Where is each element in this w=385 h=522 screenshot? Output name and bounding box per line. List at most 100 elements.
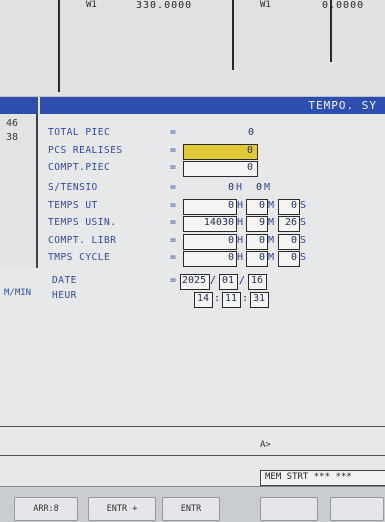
seconds-value: 0	[290, 252, 297, 263]
top-position-panel: W1 330.0000 W1 0.0000	[0, 0, 385, 97]
minutes-value: 0	[258, 235, 265, 246]
position-value: 0.0000	[322, 0, 365, 11]
axis-mark: W1	[86, 0, 97, 10]
softkey-4[interactable]	[260, 497, 318, 521]
axis-mark: W1	[260, 0, 271, 10]
time-separator: :	[242, 293, 249, 304]
minute-field[interactable]: 11	[222, 292, 241, 308]
minutes-value: 0	[258, 252, 265, 263]
row-label: S/TENSIO	[48, 182, 98, 193]
equals-sign: =	[170, 252, 177, 263]
left-value: 46	[6, 118, 19, 129]
year-field[interactable]: 2025	[180, 274, 210, 290]
date-separator: /	[239, 275, 246, 286]
seconds-unit: S	[300, 235, 307, 246]
softkey-1[interactable]: ARR:8	[14, 497, 78, 521]
seconds-unit: S	[300, 252, 307, 263]
hours-value: 0	[227, 252, 234, 263]
status-line: MEM STRT *** ***	[260, 470, 385, 486]
equals-sign: =	[170, 217, 177, 228]
power-on-hours: 0	[228, 182, 235, 193]
row-label: TMPS CYCLE	[48, 252, 111, 263]
day-value: 16	[251, 275, 264, 286]
time-label: HEUR	[52, 290, 77, 301]
minutes-value: 9	[258, 217, 265, 228]
row-label: PCS REALISES	[48, 145, 123, 156]
seconds-field[interactable]: 0	[278, 234, 300, 250]
equals-sign: =	[170, 200, 177, 211]
equals-sign: =	[170, 275, 177, 286]
hours-unit: H	[237, 252, 244, 263]
date-label: DATE	[52, 275, 77, 286]
divider	[0, 426, 385, 427]
seconds-value: 26	[284, 217, 297, 228]
month-field[interactable]: 01	[219, 274, 238, 290]
year-value: 2025	[182, 275, 207, 286]
left-panel: 46 38	[0, 114, 38, 268]
hours-field[interactable]: 14030	[183, 216, 237, 232]
row-label: TEMPS UT	[48, 200, 98, 211]
row-label: TEMPS USIN.	[48, 217, 117, 228]
input-prompt[interactable]: A>	[260, 440, 271, 450]
piece-counter-field[interactable]: 0	[183, 161, 258, 177]
second-value: 31	[253, 293, 266, 304]
row-label: COMPT. LIBR	[48, 235, 117, 246]
hours-value: 14030	[203, 217, 234, 228]
position-value: 330.0000	[136, 0, 193, 11]
hours-value: 0	[227, 235, 234, 246]
divider	[58, 0, 60, 92]
equals-sign: =	[170, 235, 177, 246]
month-value: 01	[222, 275, 235, 286]
seconds-field[interactable]: 26	[278, 216, 300, 232]
equals-sign: =	[170, 127, 177, 138]
hours-field[interactable]: 0	[183, 234, 237, 250]
seconds-field[interactable]: 0	[278, 251, 300, 267]
pieces-done-value: 0	[247, 145, 254, 156]
date-separator: /	[210, 275, 217, 286]
left-title-strip	[0, 97, 38, 114]
minutes-unit: M	[268, 217, 275, 228]
minutes-field[interactable]: 0	[246, 251, 268, 267]
status-text: MEM STRT *** ***	[265, 472, 352, 482]
row-label: TOTAL PIEC	[48, 127, 111, 138]
equals-sign: =	[170, 182, 177, 193]
hours-field[interactable]: 0	[183, 199, 237, 215]
minutes-unit: M	[264, 182, 271, 193]
cnc-screen: W1 330.0000 W1 0.0000 TEMPO. SY 46 38 M/…	[0, 0, 385, 522]
hours-field[interactable]: 0	[183, 251, 237, 267]
softkey-5[interactable]	[330, 497, 384, 521]
seconds-value: 0	[290, 200, 297, 211]
minutes-unit: M	[268, 252, 275, 263]
time-separator: :	[214, 293, 221, 304]
minutes-field[interactable]: 0	[246, 199, 268, 215]
softkey-2[interactable]: ENTR +	[88, 497, 156, 521]
hours-unit: H	[237, 217, 244, 228]
minutes-field[interactable]: 0	[246, 234, 268, 250]
hours-unit: H	[236, 182, 243, 193]
minute-value: 11	[225, 293, 238, 304]
hour-field[interactable]: 14	[194, 292, 213, 308]
divider	[232, 0, 234, 70]
pieces-done-field[interactable]: 0	[183, 144, 258, 160]
feed-unit-label: M/MIN	[4, 288, 32, 298]
screen-title: TEMPO. SY	[308, 99, 377, 112]
seconds-value: 0	[290, 235, 297, 246]
hour-value: 14	[197, 293, 210, 304]
minutes-unit: M	[268, 200, 275, 211]
total-pieces-value: 0	[248, 127, 255, 138]
row-label: COMPT.PIEC	[48, 162, 111, 173]
softkey-3[interactable]: ENTR	[162, 497, 220, 521]
seconds-field[interactable]: 0	[278, 199, 300, 215]
hours-unit: H	[237, 200, 244, 211]
minutes-field[interactable]: 9	[246, 216, 268, 232]
softkey-bar: ARR:8 ENTR + ENTR	[0, 486, 385, 522]
equals-sign: =	[170, 145, 177, 156]
day-field[interactable]: 16	[248, 274, 267, 290]
divider	[0, 455, 385, 456]
hours-value: 0	[227, 200, 234, 211]
piece-counter-value: 0	[247, 162, 254, 173]
second-field[interactable]: 31	[250, 292, 269, 308]
minutes-unit: M	[268, 235, 275, 246]
title-bar: TEMPO. SY	[40, 97, 385, 114]
left-value: 38	[6, 132, 19, 143]
